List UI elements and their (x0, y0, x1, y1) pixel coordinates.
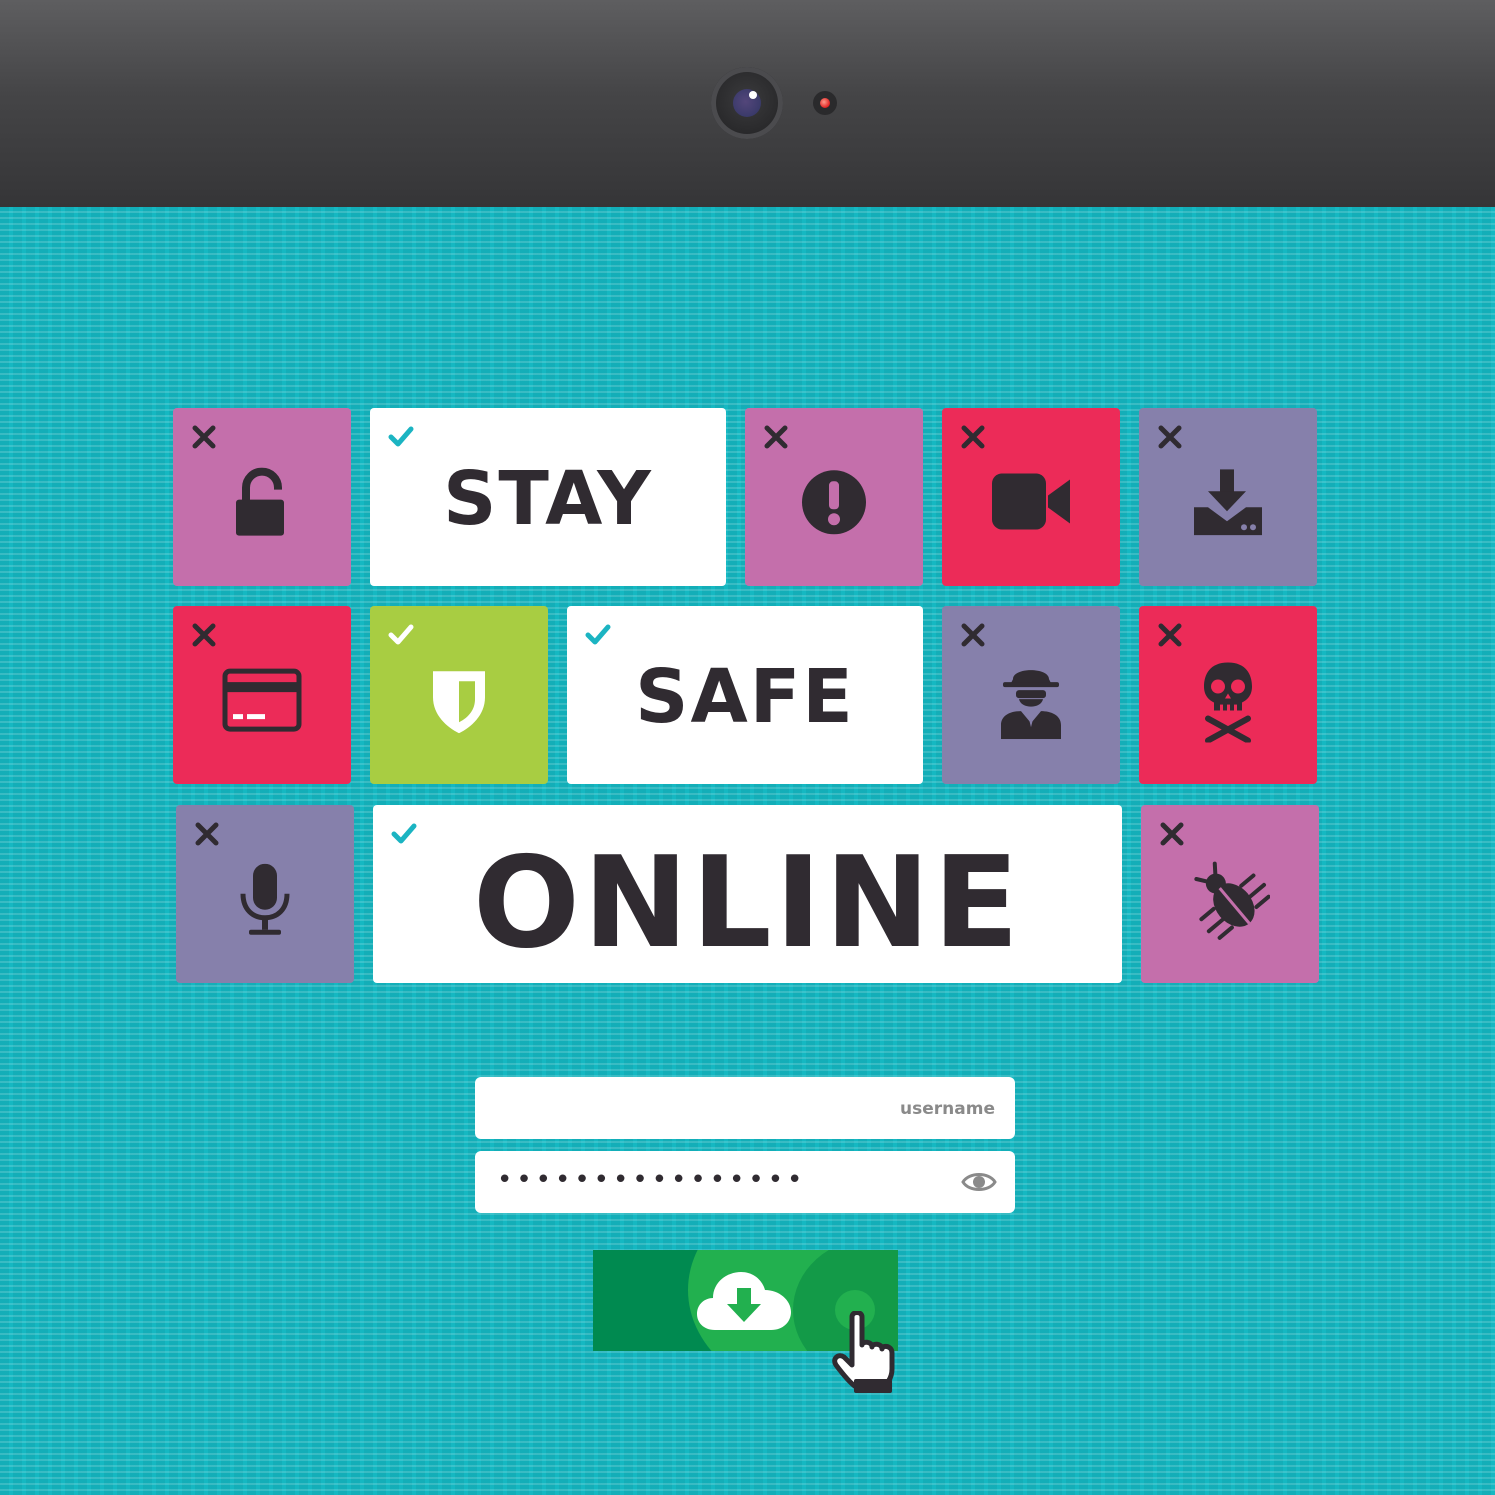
word-tile-safe: SAFE (567, 606, 923, 784)
word-safe: SAFE (635, 654, 855, 740)
cross-mark-icon (1158, 425, 1182, 449)
hand-pointer-icon (832, 1311, 895, 1393)
tile-mic (176, 805, 354, 983)
cross-mark-icon (192, 425, 216, 449)
unlocked-padlock-icon (236, 467, 284, 536)
username-placeholder: username (900, 1099, 995, 1119)
cross-mark-icon (961, 425, 985, 449)
tile-skull (1139, 606, 1317, 784)
webcam-indicator-light (813, 91, 837, 115)
download-tray-icon (1194, 469, 1262, 536)
screen: STAY SAFE ONLINE username ••••••••••••••… (0, 207, 1495, 1495)
microphone-icon (240, 863, 290, 935)
password-field[interactable]: •••••••••••••••• (475, 1151, 1015, 1213)
tile-card (173, 606, 351, 784)
username-field[interactable]: username (475, 1077, 1015, 1139)
tile-alert (745, 408, 923, 586)
tile-unlock (173, 408, 351, 586)
cloud-download-icon (697, 1272, 791, 1330)
word-online: ONLINE (472, 829, 1023, 976)
shield-icon (433, 671, 485, 734)
cross-mark-icon (192, 623, 216, 647)
skull-crossbones-icon (1204, 662, 1252, 743)
password-mask: •••••••••••••••• (497, 1165, 807, 1195)
cross-mark-icon (1160, 822, 1184, 846)
check-mark-icon (585, 624, 611, 645)
laptop-bezel (0, 0, 1495, 207)
cross-mark-icon (764, 425, 788, 449)
tile-camera (942, 408, 1120, 586)
check-mark-icon (388, 624, 414, 645)
tile-spy (942, 606, 1120, 784)
spy-icon (1001, 670, 1061, 740)
tile-download (1139, 408, 1317, 586)
cross-mark-icon (1158, 623, 1182, 647)
word-stay: STAY (443, 456, 653, 542)
tile-shield (370, 606, 548, 784)
tile-bug (1141, 805, 1319, 983)
eye-icon[interactable] (961, 1168, 997, 1196)
credit-card-icon (222, 668, 302, 732)
cross-mark-icon (195, 822, 219, 846)
exclamation-icon (802, 470, 866, 535)
bug-icon (1194, 861, 1270, 940)
cross-mark-icon (961, 623, 985, 647)
word-tile-stay: STAY (370, 408, 726, 586)
webcam-icon (711, 67, 783, 139)
word-tile-online: ONLINE (373, 805, 1122, 983)
check-mark-icon (388, 426, 414, 447)
video-camera-icon (992, 473, 1070, 530)
